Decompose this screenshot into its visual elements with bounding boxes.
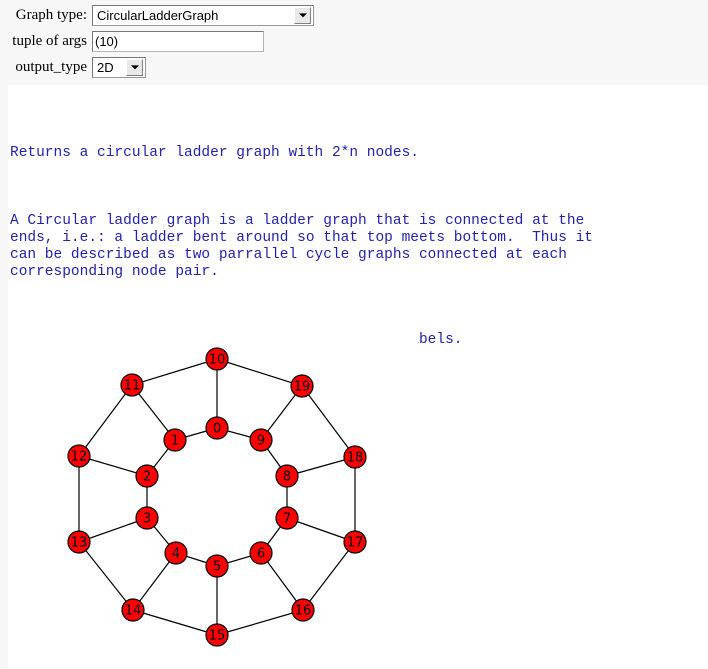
output-type-row: output_type 2D	[0, 56, 146, 78]
graph-node: 17	[343, 530, 367, 554]
graph-node-label: 15	[209, 629, 226, 644]
graph-node: 3	[135, 506, 159, 530]
graph-edge	[216, 609, 304, 636]
graph-edge	[302, 541, 356, 611]
graph-image-canvas: 0 1 2 3 4 5 6 7 8 9 10 11 12 13 14 15 16 17 18 19	[8, 295, 418, 669]
graph-node-label: 2	[143, 470, 151, 485]
graph-node-label: 10	[209, 353, 226, 368]
document-pane: Returns a circular ladder graph with 2*n…	[8, 85, 708, 669]
chevron-down-icon[interactable]	[294, 6, 311, 24]
graph-node-label: 12	[71, 450, 88, 465]
description-paragraph: Returns a circular ladder graph with 2*n…	[10, 145, 419, 161]
output-type-selected-value: 2D	[97, 59, 114, 75]
graph-edges	[78, 358, 356, 636]
graph-node-label: 11	[124, 379, 141, 394]
graph-node: 15	[205, 623, 229, 647]
tuple-of-args-label: tuple of args	[12, 32, 87, 49]
graph-node-label: 13	[71, 536, 88, 551]
graph-node: 19	[290, 374, 314, 398]
description-paragraph: A Circular ladder graph is a ladder grap…	[10, 213, 593, 280]
graph-node: 5	[205, 554, 229, 578]
output-type-label: output_type	[15, 58, 87, 75]
graph-type-label: Graph type:	[15, 6, 87, 23]
graph-node: 18	[343, 445, 367, 469]
graph-node-label: 1	[171, 434, 179, 449]
graph-node-label: 0	[213, 422, 221, 437]
graph-node: 9	[249, 428, 273, 452]
graph-node-label: 4	[172, 547, 180, 562]
graph-node-label: 7	[283, 512, 291, 527]
graph-type-selected-value: CircularLadderGraph	[97, 7, 219, 23]
parameter-form: Graph type: CircularLadderGraph tuple of…	[0, 0, 708, 85]
graph-node-label: 18	[347, 451, 364, 466]
graph-node: 14	[121, 598, 145, 622]
graph-node: 0	[205, 416, 229, 440]
graph-edge	[131, 358, 218, 386]
graph-edge	[78, 384, 133, 457]
output-type-select[interactable]: 2D	[92, 56, 146, 78]
graph-node-label: 5	[213, 560, 221, 575]
graph-node-label: 3	[143, 512, 151, 527]
graph-node-label: 6	[257, 547, 265, 562]
graph-node: 16	[291, 598, 315, 622]
graph-node-label: 19	[294, 380, 311, 395]
graph-node: 8	[275, 464, 299, 488]
graph-type-select[interactable]: CircularLadderGraph	[92, 4, 314, 26]
tuple-of-args-input[interactable]	[92, 30, 264, 52]
graph-node: 11	[120, 373, 144, 397]
graph-node: 13	[67, 530, 91, 554]
graph-drawing: 012345678910111213141516171819	[67, 347, 367, 647]
graph-node-label: 16	[295, 604, 312, 619]
graph-node-label: 9	[257, 434, 265, 449]
tuple-of-args-row: tuple of args	[0, 30, 264, 52]
graph-node: 12	[67, 444, 91, 468]
graph-node: 1	[163, 428, 187, 452]
graph-node-label: 8	[283, 470, 291, 485]
graph-edge	[301, 385, 356, 458]
graph-node: 4	[164, 541, 188, 565]
graph-node: 6	[249, 541, 273, 565]
chevron-down-icon[interactable]	[126, 58, 143, 76]
graph-node-label: 14	[125, 604, 142, 619]
graph-type-row: Graph type: CircularLadderGraph	[0, 4, 314, 26]
graph-node: 7	[275, 506, 299, 530]
graph-edge	[78, 541, 134, 611]
graph-node: 10	[205, 347, 229, 371]
graph-edge	[132, 609, 218, 636]
graph-node: 2	[135, 464, 159, 488]
graph-node-label: 17	[347, 536, 364, 551]
graph-edge	[216, 358, 303, 387]
